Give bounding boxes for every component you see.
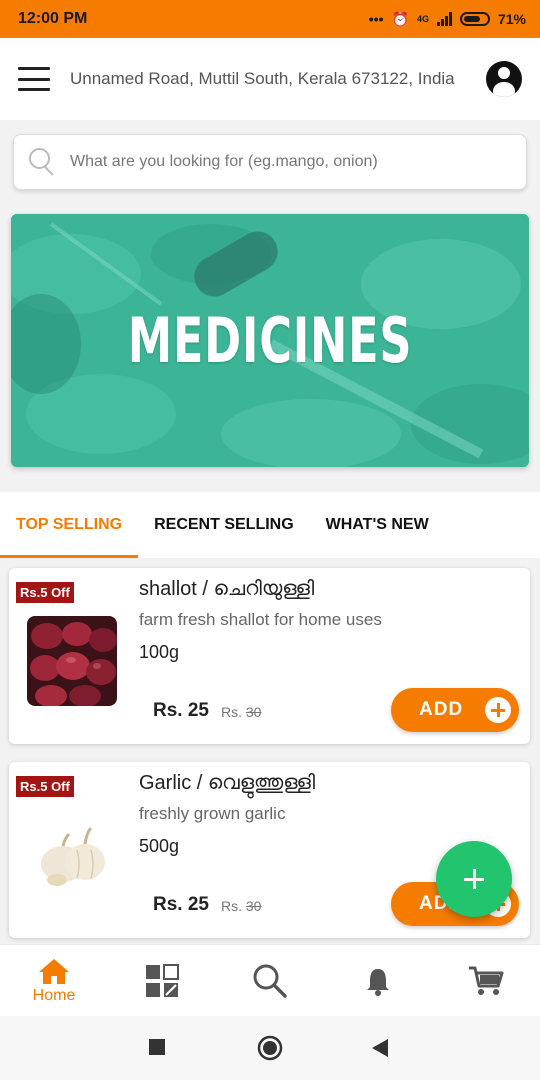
search-bar[interactable] <box>13 134 527 190</box>
tab-recent-selling[interactable]: RECENT SELLING <box>138 492 310 558</box>
discount-badge: Rs.5 Off <box>16 582 74 603</box>
back-icon[interactable] <box>370 1037 390 1059</box>
product-quantity: 500g <box>139 836 180 856</box>
nav-home[interactable]: Home <box>0 945 108 1016</box>
discount-badge: Rs.5 Off <box>16 776 74 797</box>
nav-search[interactable] <box>216 945 324 1016</box>
product-price: Rs. 25 <box>153 700 209 721</box>
banner-title: MEDICINES <box>127 304 413 377</box>
more-dots-icon: ••• <box>368 11 384 27</box>
add-to-cart-button[interactable]: ADD <box>391 688 519 732</box>
system-navigation-bar <box>0 1016 540 1080</box>
menu-icon[interactable] <box>18 67 50 91</box>
add-button-label: ADD <box>419 699 464 720</box>
account-icon[interactable] <box>486 61 522 97</box>
product-mrp: Rs. 30 <box>221 704 262 720</box>
recents-icon[interactable] <box>148 1038 166 1056</box>
battery-level: 71% <box>497 11 526 27</box>
search-icon <box>253 964 287 998</box>
product-mrp: Rs. 30 <box>221 898 262 914</box>
garlic-image[interactable] <box>27 810 117 900</box>
tab-top-selling[interactable]: TOP SELLING <box>0 492 139 558</box>
bottom-navigation: Home <box>0 944 540 1016</box>
product-price: Rs. 25 <box>153 894 209 915</box>
bell-icon <box>367 968 389 996</box>
promo-banner[interactable]: MEDICINES <box>11 214 529 467</box>
signal-icon <box>436 12 452 26</box>
product-card[interactable]: Rs.5 Off shallot / ചെറിയുള്ളി farm fresh… <box>9 568 530 744</box>
plus-icon <box>485 697 511 723</box>
network-type: 4G <box>416 14 429 24</box>
nav-categories[interactable] <box>108 945 216 1016</box>
tab-whats-new[interactable]: WHAT'S NEW <box>310 492 445 558</box>
search-icon <box>28 147 58 177</box>
search-input[interactable] <box>70 153 526 171</box>
delivery-address[interactable]: Unnamed Road, Muttil South, Kerala 67312… <box>70 69 486 89</box>
categories-icon <box>146 963 179 997</box>
product-description: farm fresh shallot for home uses <box>139 610 382 629</box>
status-time: 12:00 PM <box>18 10 88 27</box>
status-icons: ••• ⏰ 4G 71% <box>369 11 526 28</box>
nav-notifications[interactable] <box>324 945 432 1016</box>
product-name: Garlic / വെളുത്തുള്ളി <box>139 772 316 794</box>
cart-icon <box>469 966 504 995</box>
nav-cart[interactable] <box>432 945 540 1016</box>
product-tabs: TOP SELLING RECENT SELLING WHAT'S NEW <box>0 492 540 558</box>
floating-add-button[interactable] <box>436 841 512 917</box>
product-name: shallot / ചെറിയുള്ളി <box>139 578 315 600</box>
alarm-icon: ⏰ <box>391 10 409 27</box>
battery-icon <box>459 12 490 26</box>
product-description: freshly grown garlic <box>139 804 286 823</box>
home-icon <box>39 958 69 984</box>
shallot-image[interactable] <box>27 616 117 706</box>
nav-home-label: Home <box>32 986 76 1004</box>
app-header: Unnamed Road, Muttil South, Kerala 67312… <box>0 38 540 120</box>
status-bar: 12:00 PM ••• ⏰ 4G 71% <box>0 0 540 38</box>
home-system-icon[interactable] <box>257 1035 283 1061</box>
product-quantity: 100g <box>139 642 180 662</box>
